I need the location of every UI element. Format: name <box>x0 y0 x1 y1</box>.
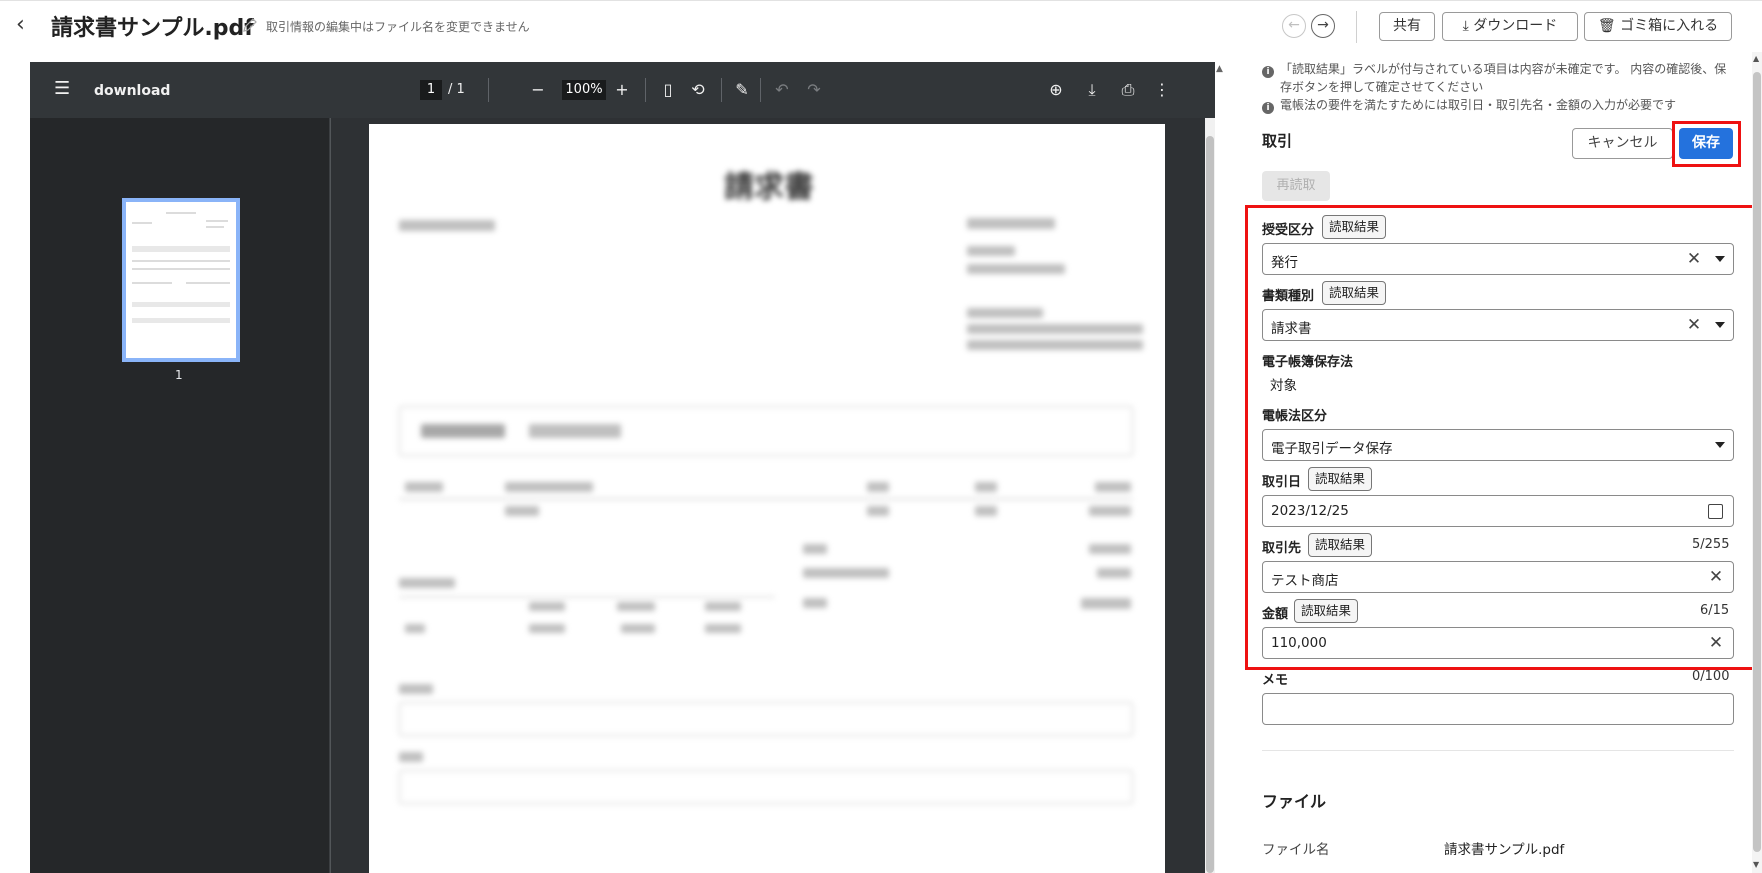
info-note-text: 「読取結果」ラベルが付与されている項目は内容が未確定です。 内容の確認後、保 <box>1280 62 1727 76</box>
save-highlight-box <box>1672 121 1741 167</box>
zoom-input[interactable]: 100% <box>562 80 606 100</box>
scroll-up-icon[interactable]: ▲ <box>1753 54 1759 63</box>
download-icon[interactable]: ⤓ <box>1080 78 1104 102</box>
header-bar: ‹ 請求書サンプル.pdf 取引情報の編集中はファイル名を変更できません ← →… <box>0 0 1762 50</box>
file-section-title: ファイル <box>1262 792 1327 811</box>
divider <box>488 78 489 102</box>
memo-input[interactable] <box>1262 693 1734 725</box>
divider <box>1356 11 1357 43</box>
back-icon[interactable]: ‹ <box>16 13 36 37</box>
zoom-in-icon[interactable]: + <box>610 78 634 102</box>
scrollbar-thumb[interactable] <box>1753 72 1761 852</box>
file-name-label: ファイル名 <box>1262 842 1330 858</box>
page-total: / 1 <box>448 82 465 97</box>
thumbnail-page-number: 1 <box>175 368 183 382</box>
draw-icon[interactable]: ✎ <box>730 78 754 102</box>
pdf-viewer: ☰ download 1 / 1 − 100% + ▯ ⟲ ✎ ↶ ↷ ⊕ ⤓ … <box>30 62 1215 873</box>
memo-counter: 0/100 <box>1692 669 1730 684</box>
add-to-drive-icon[interactable]: ⊕ <box>1044 78 1068 102</box>
download-label: ダウンロード <box>1473 18 1558 34</box>
share-button[interactable]: 共有 <box>1379 12 1435 41</box>
page-thumbnail[interactable] <box>122 198 240 362</box>
divider <box>760 78 761 102</box>
pdf-toolbar: ☰ download 1 / 1 − 100% + ▯ ⟲ ✎ ↶ ↷ ⊕ ⤓ … <box>30 62 1215 118</box>
undo-icon[interactable]: ↶ <box>770 78 794 102</box>
info-note-1: i 「読取結果」ラベルが付与されている項目は内容が未確定です。 内容の確認後、保 <box>1262 61 1726 78</box>
panel-scrollbar[interactable]: ▲ ▼ <box>1752 52 1762 873</box>
scrollbar-thumb[interactable] <box>1206 136 1214 873</box>
rename-disabled-note: 取引情報の編集中はファイル名を変更できません <box>266 20 530 34</box>
rotate-icon[interactable]: ⟲ <box>686 78 710 102</box>
page-number-input[interactable]: 1 <box>420 80 442 100</box>
page-area: 請求書 <box>331 118 1215 873</box>
download-icon: ⤓ <box>1462 18 1474 34</box>
page-title: 請求書サンプル.pdf <box>51 16 254 41</box>
file-name-value: 請求書サンプル.pdf <box>1444 842 1565 858</box>
scroll-up-icon[interactable]: ▲ <box>1216 64 1223 74</box>
info-note-1-cont: 存ボタンを押して確定させてください <box>1280 80 1484 94</box>
info-icon: i <box>1262 102 1274 114</box>
info-note-2: i 電帳法の要件を満たすためには取引日・取引先名・金額の入力が必要です <box>1262 97 1676 114</box>
menu-icon[interactable]: ☰ <box>54 80 70 98</box>
pdf-doc-name: download <box>94 83 171 99</box>
scroll-down-icon[interactable]: ▼ <box>1753 860 1759 869</box>
divider <box>645 78 646 102</box>
reread-button[interactable]: 再読取 <box>1262 171 1330 201</box>
redo-icon[interactable]: ↷ <box>802 78 826 102</box>
more-icon[interactable]: ⋮ <box>1150 78 1174 102</box>
zoom-out-icon[interactable]: − <box>526 78 550 102</box>
print-icon[interactable]: ⎙ <box>1116 78 1140 102</box>
transaction-section-title: 取引 <box>1262 132 1293 150</box>
fit-page-icon[interactable]: ▯ <box>656 78 680 102</box>
prev-arrow-icon[interactable]: ← <box>1282 14 1306 38</box>
document-title: 請求書 <box>724 170 814 205</box>
divider <box>1262 750 1734 751</box>
thumbnail-sidebar: 1 <box>30 118 330 873</box>
download-button[interactable]: ⤓ ダウンロード <box>1442 12 1578 41</box>
trash-label: ゴミ箱に入れる <box>1620 18 1719 34</box>
next-arrow-icon[interactable]: → <box>1311 14 1335 38</box>
memo-label: メモ <box>1262 673 1289 688</box>
divider <box>721 78 722 102</box>
info-icon: i <box>1262 66 1274 78</box>
fields-highlight-box <box>1245 205 1759 670</box>
info-note-text: 電帳法の要件を満たすためには取引日・取引先名・金額の入力が必要です <box>1280 98 1677 112</box>
pencil-icon <box>243 18 257 32</box>
pdf-page: 請求書 <box>369 124 1165 873</box>
trash-button[interactable]: 🗑︎ ゴミ箱に入れる <box>1584 12 1732 41</box>
trash-icon: 🗑︎ <box>1597 18 1621 34</box>
viewer-scrollbar[interactable] <box>1205 118 1215 873</box>
cancel-button[interactable]: キャンセル <box>1572 128 1673 159</box>
